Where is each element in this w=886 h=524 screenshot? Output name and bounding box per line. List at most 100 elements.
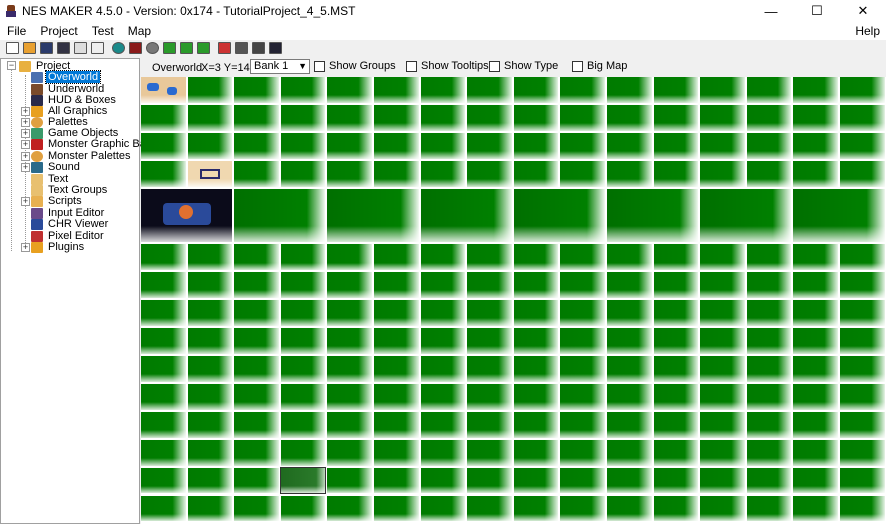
map-screen-cell[interactable] [187, 77, 233, 103]
map-screen-cell[interactable] [420, 160, 466, 187]
map-screen-cell[interactable] [513, 411, 559, 438]
map-screen-cell[interactable] [234, 244, 279, 271]
map-screen-cell[interactable] [420, 356, 466, 382]
map-screen-cell[interactable] [374, 132, 419, 159]
map-screen-cell[interactable] [700, 272, 745, 299]
map-screen-cell[interactable] [234, 77, 279, 103]
menu-test[interactable]: Test [85, 24, 121, 38]
map-screen-cell[interactable] [746, 328, 792, 354]
map-screen-cell[interactable] [653, 383, 699, 410]
menu-map[interactable]: Map [121, 24, 158, 38]
map-screen-cell[interactable] [840, 356, 885, 382]
map-screen-cell[interactable] [607, 104, 652, 131]
tree-item-overworld[interactable]: Overworld [31, 70, 102, 84]
map-screen-cell[interactable] [467, 104, 512, 131]
tree-collapse-toggle[interactable]: − [7, 61, 16, 70]
map-screen-cell[interactable] [746, 383, 792, 410]
map-screen-cell[interactable] [746, 300, 792, 327]
map-screen-cell[interactable] [653, 411, 699, 438]
map-screen-cell[interactable] [700, 411, 745, 438]
map-screen-cell[interactable] [700, 104, 745, 131]
map-screen-cell[interactable] [560, 132, 605, 159]
map-screen-cell[interactable] [327, 272, 372, 299]
test-icon[interactable] [180, 42, 193, 54]
map-screen-cell[interactable] [793, 467, 838, 494]
map-screen-cell[interactable] [513, 328, 559, 354]
map-screen-cell[interactable] [327, 328, 372, 354]
map-screen-cell[interactable] [513, 244, 559, 271]
map-screen-cell[interactable] [653, 160, 699, 187]
map-screen-cell[interactable] [513, 300, 559, 327]
map-screen-cell[interactable] [653, 244, 699, 271]
close-button[interactable]: ✕ [840, 0, 886, 22]
map-screen-cell[interactable] [513, 104, 559, 131]
build-icon[interactable] [129, 42, 142, 54]
map-screen-cell[interactable] [141, 160, 186, 187]
save-icon[interactable] [40, 42, 53, 54]
show-groups-checkbox[interactable]: Show Groups [314, 60, 396, 72]
map-screen-cell[interactable] [607, 328, 652, 354]
map-screen-cell[interactable] [374, 160, 419, 187]
map-screen-cell[interactable] [187, 272, 233, 299]
screen-icon[interactable] [235, 42, 248, 54]
map-screen-cell[interactable] [141, 439, 186, 466]
map-screen-cell[interactable] [840, 495, 885, 522]
map-screen-cell[interactable] [653, 132, 699, 159]
map-screen-cell[interactable] [141, 467, 186, 494]
map-screen-cell[interactable] [840, 244, 885, 271]
map-screen-cell[interactable] [793, 272, 838, 299]
show-type-checkbox[interactable]: Show Type [489, 60, 558, 72]
map-screen-cell[interactable] [607, 272, 652, 299]
title-screen[interactable] [141, 188, 233, 243]
maximize-button[interactable]: ☐ [794, 0, 840, 22]
map-screen-cell[interactable] [560, 356, 605, 382]
map-screen-cell[interactable] [420, 132, 466, 159]
map-screen-cell[interactable] [187, 467, 233, 494]
minimize-button[interactable]: — [748, 0, 794, 22]
map-screen-cell[interactable] [746, 104, 792, 131]
map-screen-cell[interactable] [653, 77, 699, 103]
map-screen-cell[interactable] [280, 383, 326, 410]
map-screen-cell[interactable] [840, 132, 885, 159]
map-screen-cell[interactable] [607, 467, 652, 494]
map-screen-cell[interactable] [700, 439, 745, 466]
map-screen-cell[interactable] [513, 383, 559, 410]
map-screen-cell[interactable] [653, 104, 699, 131]
map-screen-cell[interactable] [141, 244, 186, 271]
map-screen-cell[interactable] [141, 383, 186, 410]
special-screen[interactable] [607, 188, 699, 243]
map-screen-cell[interactable] [793, 77, 838, 103]
map-screen-cell[interactable] [560, 439, 605, 466]
map-screen-cell[interactable] [234, 300, 279, 327]
map-screen-cell[interactable] [746, 132, 792, 159]
map-screen-cell[interactable] [420, 467, 466, 494]
map-screen-cell[interactable] [374, 383, 419, 410]
map-screen-cell[interactable] [467, 272, 512, 299]
map-screen-cell[interactable] [560, 160, 605, 187]
map-screen-cell[interactable] [793, 300, 838, 327]
expand-scripts[interactable]: + [21, 197, 30, 206]
map-screen-cell[interactable] [327, 244, 372, 271]
map-screen-cell[interactable] [793, 495, 838, 522]
map-screen-cell[interactable] [280, 77, 326, 103]
tools-icon[interactable] [218, 42, 231, 54]
map-screen-cell[interactable] [746, 244, 792, 271]
map-screen-cell[interactable] [141, 104, 186, 131]
map-screen-cell[interactable] [420, 383, 466, 410]
map-screen-cell[interactable] [700, 495, 745, 522]
map-screen-cell[interactable] [793, 411, 838, 438]
map-screen-cell[interactable] [374, 495, 419, 522]
map-screen-cell[interactable] [280, 411, 326, 438]
map-screen-cell[interactable] [234, 383, 279, 410]
map-screen-cell[interactable] [141, 328, 186, 354]
expand-palettes[interactable]: + [21, 118, 30, 127]
big-map-checkbox[interactable]: Big Map [572, 60, 627, 72]
map-screen-cell[interactable] [467, 244, 512, 271]
map-screen-cell[interactable] [840, 411, 885, 438]
map-screen-cell[interactable] [141, 495, 186, 522]
map-screen-cell[interactable] [141, 300, 186, 327]
map-screen-cell[interactable] [560, 77, 605, 103]
map-screen-cell[interactable] [327, 495, 372, 522]
map-screen-cell[interactable] [374, 356, 419, 382]
map-screen-cell[interactable] [467, 383, 512, 410]
